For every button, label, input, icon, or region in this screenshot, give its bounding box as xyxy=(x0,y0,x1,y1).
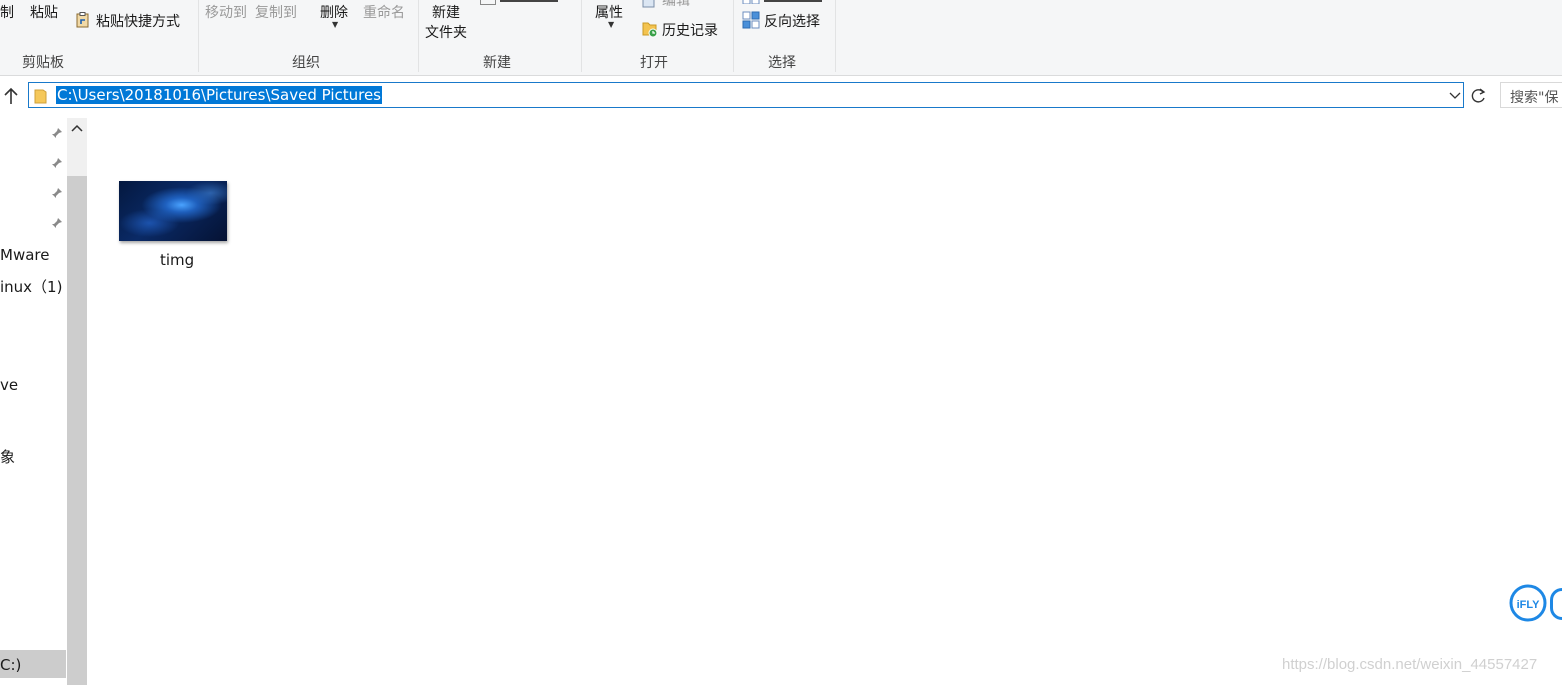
address-path[interactable]: C:\Users\20181016\Pictures\Saved Picture… xyxy=(56,86,383,104)
group-divider xyxy=(835,0,836,72)
edit-button[interactable]: 编辑 xyxy=(662,0,690,10)
pin-icon[interactable] xyxy=(49,127,63,141)
cut-button-label[interactable]: 制 xyxy=(0,2,14,22)
new-item-icon xyxy=(480,0,496,5)
nav-item-drive[interactable]: ve xyxy=(0,376,18,394)
new-item-cut-text xyxy=(500,0,560,4)
invert-selection-icon xyxy=(742,11,760,29)
clipboard-group-label: 剪贴板 xyxy=(22,55,64,71)
ifly-secondary-icon[interactable] xyxy=(1550,588,1562,620)
group-divider xyxy=(733,0,734,72)
navigation-pane xyxy=(0,118,68,685)
nav-item-vmware[interactable]: Mware xyxy=(0,246,49,264)
ribbon: 制 粘贴 粘贴快捷方式 剪贴板 移动到 复制到 删除 ▼ 重命名 组织 新建 文… xyxy=(0,0,1562,76)
select-group-label: 选择 xyxy=(768,55,796,71)
nav-item-linux[interactable]: inux（1) xyxy=(0,276,62,297)
edit-icon xyxy=(642,0,656,8)
select-all-icon xyxy=(742,0,760,4)
paste-button[interactable]: 粘贴 xyxy=(30,2,58,22)
select-all-cut-text xyxy=(764,0,824,4)
delete-dropdown-icon[interactable]: ▼ xyxy=(332,20,338,29)
new-group-label: 新建 xyxy=(483,55,511,71)
scroll-up-icon[interactable] xyxy=(70,122,84,136)
new-folder-button-line1[interactable]: 新建 xyxy=(432,2,460,22)
refresh-icon[interactable] xyxy=(1468,86,1488,106)
paste-shortcut-button[interactable]: 粘贴快捷方式 xyxy=(96,11,180,31)
group-divider xyxy=(198,0,199,72)
file-thumbnail[interactable] xyxy=(119,181,227,241)
properties-button[interactable]: 属性 xyxy=(595,2,623,22)
up-arrow-icon[interactable] xyxy=(3,86,19,106)
nav-item-c-drive[interactable]: C:) xyxy=(0,656,21,674)
pin-icon[interactable] xyxy=(49,157,63,171)
search-placeholder: 搜索"保 xyxy=(1510,90,1559,106)
open-group-label: 打开 xyxy=(640,55,668,71)
rename-button[interactable]: 重命名 xyxy=(363,2,405,22)
properties-dropdown-icon[interactable]: ▼ xyxy=(608,20,614,29)
new-folder-button-line2[interactable]: 文件夹 xyxy=(425,22,467,42)
nav-item-objects[interactable]: 象 xyxy=(0,446,15,467)
history-button[interactable]: 历史记录 xyxy=(662,20,718,40)
ifly-logo-icon[interactable]: iFLY xyxy=(1508,583,1548,623)
svg-text:iFLY: iFLY xyxy=(1517,599,1540,611)
history-icon xyxy=(642,20,658,38)
pin-icon[interactable] xyxy=(49,187,63,201)
address-dropdown-icon[interactable] xyxy=(1449,87,1461,103)
paste-shortcut-icon xyxy=(76,12,90,28)
move-to-button[interactable]: 移动到 xyxy=(205,2,247,22)
nav-scrollbar-thumb[interactable] xyxy=(67,176,87,685)
search-input[interactable]: 搜索"保 xyxy=(1500,82,1562,108)
watermark-text: https://blog.csdn.net/weixin_44557427 xyxy=(1282,656,1538,673)
organize-group-label: 组织 xyxy=(292,55,320,71)
pin-icon[interactable] xyxy=(49,217,63,231)
group-divider xyxy=(581,0,582,72)
group-divider xyxy=(418,0,419,72)
file-name[interactable]: timg xyxy=(160,251,194,269)
invert-selection-button[interactable]: 反向选择 xyxy=(764,11,820,31)
delete-button[interactable]: 删除 xyxy=(320,2,348,22)
folder-icon xyxy=(34,88,48,104)
copy-to-button[interactable]: 复制到 xyxy=(255,2,297,22)
